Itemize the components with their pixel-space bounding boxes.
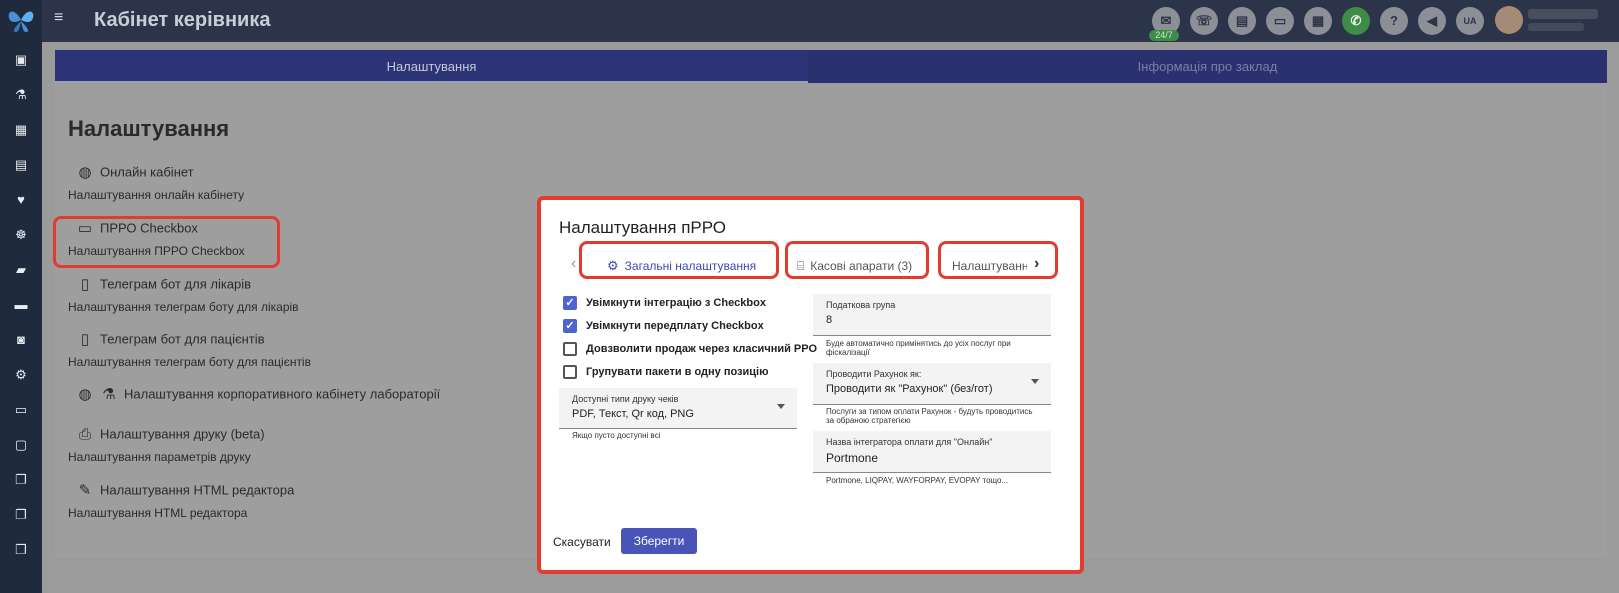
gear-icon: ⚙ bbox=[607, 258, 619, 273]
print-types-select[interactable]: Доступні типи друку чеків PDF, Текст, Qr… bbox=[559, 388, 797, 429]
document-icon[interactable]: ▤ bbox=[14, 158, 28, 172]
tab-clinic-info[interactable]: Інформація про заклад bbox=[808, 50, 1607, 83]
phone-icon[interactable]: ✆ bbox=[1342, 7, 1370, 35]
main-tabs: Налаштування Інформація про заклад bbox=[55, 50, 1607, 83]
dropdown-arrow-icon bbox=[777, 404, 785, 409]
calendar-icon[interactable]: ▦ bbox=[14, 123, 28, 137]
copy-icon[interactable]: ❐ bbox=[14, 473, 28, 487]
printer-icon: ⎙ bbox=[78, 426, 91, 443]
help-icon[interactable]: ? bbox=[1380, 7, 1408, 35]
pdf-icon[interactable]: ▤ bbox=[1228, 7, 1256, 35]
calculator-icon[interactable]: ▦ bbox=[1304, 7, 1332, 35]
support-badge: 24/7 bbox=[1149, 30, 1179, 41]
butterfly-logo-icon[interactable] bbox=[5, 4, 37, 36]
invoice-mode-select[interactable]: Проводити Рахунок як: Проводити як "Раху… bbox=[813, 363, 1051, 405]
print-types-hint: Якщо пусто доступні всі bbox=[572, 431, 661, 440]
patient-card-icon[interactable]: ▣ bbox=[14, 53, 28, 67]
register-icon: ⌸ bbox=[797, 259, 805, 273]
page-title: Налаштування bbox=[68, 116, 230, 141]
dialog-title: Налаштування пРРО bbox=[559, 218, 726, 237]
chevron-right-icon[interactable]: › bbox=[1034, 255, 1039, 273]
credit-card-icon[interactable]: ▭ bbox=[1266, 7, 1294, 35]
prro-settings-dialog: Налаштування пРРО ‹ ⚙ Загальні налаштуван… bbox=[537, 196, 1084, 574]
save-button[interactable]: Зберегти bbox=[621, 528, 697, 554]
globe-icon: ◍ bbox=[78, 386, 92, 403]
user-name-blurred bbox=[1528, 9, 1598, 19]
folder-icon[interactable]: ▬ bbox=[14, 298, 28, 312]
phone-alert-icon[interactable]: ☏ bbox=[1190, 7, 1218, 35]
group-icon[interactable]: ☸ bbox=[14, 228, 28, 242]
cogs-icon[interactable]: ⚙ bbox=[14, 368, 28, 382]
cancel-button[interactable]: Скасувати bbox=[553, 535, 611, 549]
pencil-icon: ✎ bbox=[78, 482, 92, 499]
globe-icon: ◍ bbox=[78, 164, 92, 181]
checkbox-unchecked-icon[interactable] bbox=[563, 342, 577, 356]
tax-group-hint: Буде автоматично примінятись до усіх пос… bbox=[826, 339, 1011, 357]
checkbox-checked-icon[interactable]: ✓ bbox=[563, 296, 577, 310]
card-icon[interactable]: ▭ bbox=[14, 403, 28, 417]
phone-check-icon: ▯ bbox=[80, 331, 90, 348]
tab-general-settings[interactable]: ⚙ Загальні налаштування bbox=[607, 252, 756, 280]
copy-icon-2[interactable]: ❐ bbox=[14, 508, 28, 522]
phone-check-icon: ▯ bbox=[80, 276, 90, 293]
tab-cash-registers[interactable]: ⌸ Касові апарати (3) bbox=[797, 252, 912, 280]
menu-icon[interactable]: ≡ bbox=[54, 10, 68, 26]
user-role-blurred bbox=[1528, 23, 1584, 31]
checkbox-unchecked-icon[interactable] bbox=[563, 365, 577, 379]
dropdown-arrow-icon bbox=[1031, 379, 1039, 384]
checkbox-checked-icon[interactable]: ✓ bbox=[563, 319, 577, 333]
cash-icon[interactable]: ◙ bbox=[14, 333, 28, 347]
tab-settings-more[interactable]: Налаштуванн bbox=[952, 252, 1027, 280]
book-icon[interactable]: ▰ bbox=[14, 263, 28, 277]
integrator-hint: Portmone, LIQPAY, WAYFORPAY, EVOPAY тощо… bbox=[826, 476, 1009, 485]
app-title: Кабінет керівника bbox=[94, 9, 271, 31]
language-selector[interactable]: UA bbox=[1456, 7, 1484, 35]
flask-icon[interactable]: ⚗ bbox=[14, 88, 28, 102]
highlight-prro-item bbox=[53, 216, 280, 268]
heart-pulse-icon[interactable]: ♥ bbox=[14, 193, 28, 207]
left-rail: ▣ ⚗ ▦ ▤ ♥ ☸ ▰ ▬ ◙ ⚙ ▭ ▢ ❐ ❐ ❐ bbox=[0, 0, 42, 593]
tax-group-field[interactable]: Податкова група 8 bbox=[813, 294, 1051, 336]
copy-icon-3[interactable]: ❐ bbox=[14, 543, 28, 557]
tab-settings[interactable]: Налаштування bbox=[55, 50, 808, 83]
invoice-mode-hint: Послуги за типом оплати Рахунок - будуть… bbox=[826, 407, 1033, 425]
megaphone-icon[interactable]: ◀ bbox=[1418, 7, 1446, 35]
chevron-left-icon[interactable]: ‹ bbox=[571, 255, 576, 273]
integrator-name-field[interactable]: Назва інтегратора оплати для "Онлайн" Po… bbox=[813, 431, 1051, 473]
avatar[interactable] bbox=[1495, 6, 1523, 34]
flask-icon: ⚗ bbox=[102, 386, 116, 403]
note-icon[interactable]: ▢ bbox=[14, 438, 28, 452]
